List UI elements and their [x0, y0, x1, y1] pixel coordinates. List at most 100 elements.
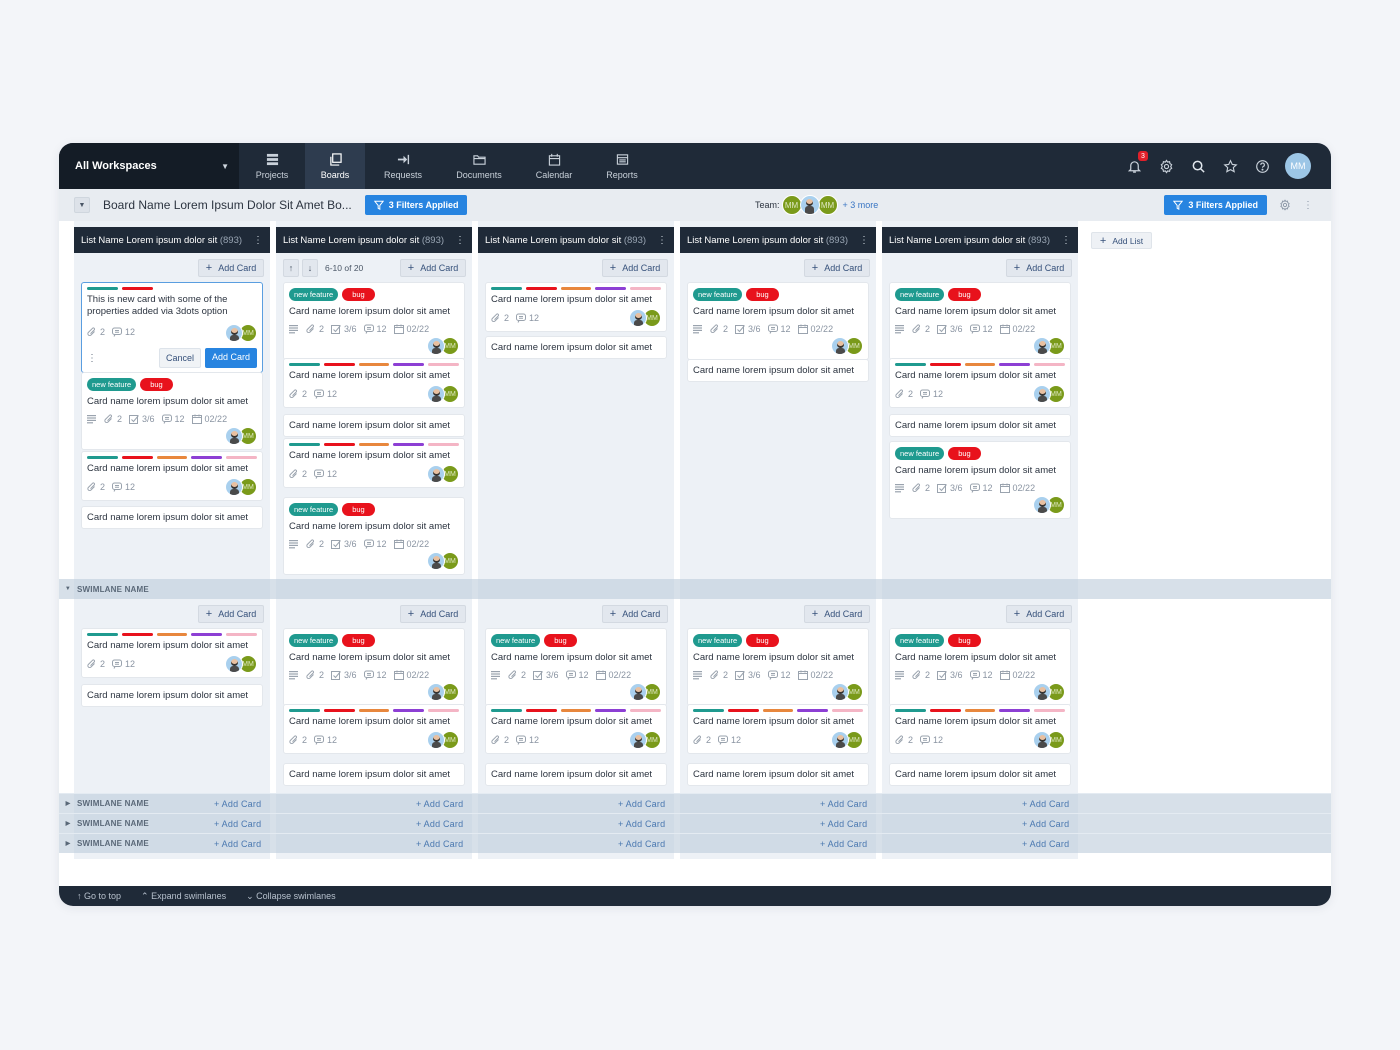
add-card-button[interactable]: + Add Card — [198, 259, 264, 277]
card[interactable]: new feature bug Card name lorem ipsum dolo… — [687, 282, 869, 360]
card[interactable]: new feature bug Card name lorem ipsum dolo… — [81, 372, 263, 450]
avatar-photo[interactable] — [225, 478, 243, 496]
notifications-button[interactable]: 3 — [1125, 151, 1148, 175]
card[interactable]: Card name lorem ipsum dolor sit amet 2 12 M… — [889, 358, 1071, 408]
card[interactable]: Card name lorem ipsum dolor sit amet 2 12 M… — [687, 704, 869, 754]
swimlane-header[interactable]: ▶ SWIMLANE NAME + Add Card + Add Card + Add … — [59, 793, 1331, 813]
add-card-button[interactable]: + Add Card — [602, 259, 668, 277]
go-to-top-button[interactable]: ↑ Go to top — [77, 891, 121, 901]
swimlane-add-card[interactable]: + Add Card — [618, 819, 665, 829]
nav-reports[interactable]: Reports — [591, 143, 653, 189]
add-card-button[interactable]: + Add Card — [602, 605, 668, 623]
avatar-photo[interactable] — [427, 385, 445, 403]
filters-button[interactable]: 3 Filters Applied — [364, 195, 468, 215]
card[interactable]: Card name lorem ipsum dolor sit amet 2 12 M… — [889, 704, 1071, 754]
avatar-photo[interactable] — [1033, 683, 1051, 701]
card[interactable]: new feature bug Card name lorem ipsum dolo… — [283, 628, 465, 706]
avatar-photo[interactable] — [427, 552, 445, 570]
swimlane-add-card[interactable]: + Add Card — [820, 819, 867, 829]
avatar-photo[interactable] — [831, 337, 849, 355]
swimlane-add-card[interactable]: + Add Card — [618, 799, 665, 809]
card[interactable]: Card name lorem ipsum dolor sit amet 2 12 M… — [485, 282, 667, 332]
add-card-button[interactable]: + Add Card — [804, 605, 870, 623]
avatar-photo[interactable] — [1033, 385, 1051, 403]
swimlane-add-card[interactable]: + Add Card — [214, 799, 261, 809]
card[interactable]: new feature bug Card name lorem ipsum dolo… — [889, 628, 1071, 706]
nav-projects[interactable]: Projects — [239, 143, 305, 189]
list-menu-icon[interactable]: ⋮ — [253, 235, 263, 246]
card[interactable]: new feature bug Card name lorem ipsum dolo… — [889, 282, 1071, 360]
swimlane-header[interactable]: ▼ SWIMLANE NAME — [59, 579, 1331, 599]
avatar-photo[interactable] — [427, 683, 445, 701]
avatar-photo[interactable] — [427, 731, 445, 749]
swimlane-add-card[interactable]: + Add Card — [214, 839, 261, 849]
swimlane-add-card[interactable]: + Add Card — [416, 839, 463, 849]
list-menu-icon[interactable]: ⋮ — [657, 235, 667, 246]
board-settings-icon[interactable] — [1279, 199, 1291, 211]
swimlane-add-card[interactable]: + Add Card — [1022, 839, 1069, 849]
search-button[interactable] — [1189, 157, 1207, 175]
collapse-swimlanes-button[interactable]: ⌄ Collapse swimlanes — [246, 891, 336, 902]
page-down-button[interactable]: ↓ — [302, 259, 318, 277]
board-dropdown-button[interactable]: ▼ — [74, 197, 90, 213]
swimlane-add-card[interactable]: + Add Card — [214, 819, 261, 829]
card[interactable]: Card name lorem ipsum dolor sit amet — [283, 414, 465, 437]
avatar-photo[interactable] — [427, 465, 445, 483]
caret-right-icon[interactable]: ▶ — [59, 840, 77, 847]
team-avatar-photo[interactable] — [799, 195, 820, 215]
swimlane-add-card[interactable]: + Add Card — [416, 799, 463, 809]
team-avatar[interactable]: MM — [817, 195, 838, 215]
nav-calendar[interactable]: Calendar — [517, 143, 591, 189]
list-menu-icon[interactable]: ⋮ — [455, 235, 465, 246]
card[interactable]: Card name lorem ipsum dolor sit amet — [889, 414, 1071, 437]
card[interactable]: new feature bug Card name lorem ipsum dolo… — [283, 497, 465, 575]
avatar-photo[interactable] — [427, 337, 445, 355]
add-card-button[interactable]: + Add Card — [1006, 259, 1072, 277]
nav-boards[interactable]: Boards — [305, 143, 365, 189]
add-card-button[interactable]: + Add Card — [804, 259, 870, 277]
avatar-photo[interactable] — [225, 655, 243, 673]
avatar-photo[interactable] — [225, 324, 243, 342]
card[interactable]: Card name lorem ipsum dolor sit amet — [687, 359, 869, 382]
avatar-photo[interactable] — [1033, 496, 1051, 514]
favorites-button[interactable] — [1221, 157, 1239, 175]
avatar-photo[interactable] — [225, 427, 243, 445]
add-list-button[interactable]: + Add List — [1091, 232, 1152, 249]
page-up-button[interactable]: ↑ — [283, 259, 299, 277]
swimlane-add-card[interactable]: + Add Card — [416, 819, 463, 829]
avatar-photo[interactable] — [1033, 731, 1051, 749]
card-more-icon[interactable]: ⋮ — [87, 353, 97, 364]
caret-down-icon[interactable]: ▼ — [59, 586, 77, 592]
card[interactable]: Card name lorem ipsum dolor sit amet 2 12 M… — [283, 438, 465, 488]
swimlane-add-card[interactable]: + Add Card — [820, 799, 867, 809]
team-avatar[interactable]: MM — [781, 195, 802, 215]
avatar-photo[interactable] — [629, 683, 647, 701]
card[interactable]: Card name lorem ipsum dolor sit amet 2 12 M… — [81, 451, 263, 501]
avatar-photo[interactable] — [629, 731, 647, 749]
card[interactable]: Card name lorem ipsum dolor sit amet — [889, 763, 1071, 786]
swimlane-header[interactable]: ▶ SWIMLANE NAME + Add Card + Add Card + Add … — [59, 833, 1331, 853]
card[interactable]: Card name lorem ipsum dolor sit amet 2 12 M… — [283, 704, 465, 754]
card[interactable]: Card name lorem ipsum dolor sit amet — [687, 763, 869, 786]
swimlane-add-card[interactable]: + Add Card — [618, 839, 665, 849]
swimlane-header[interactable]: ▶ SWIMLANE NAME + Add Card + Add Card + Add … — [59, 813, 1331, 833]
avatar-photo[interactable] — [629, 309, 647, 327]
user-avatar[interactable]: MM — [1285, 153, 1311, 179]
expand-swimlanes-button[interactable]: ⌃ Expand swimlanes — [141, 891, 226, 902]
swimlane-add-card[interactable]: + Add Card — [820, 839, 867, 849]
caret-right-icon[interactable]: ▶ — [59, 800, 77, 807]
settings-button[interactable] — [1157, 157, 1175, 175]
card[interactable]: Card name lorem ipsum dolor sit amet 2 12 M… — [485, 704, 667, 754]
card[interactable]: Card name lorem ipsum dolor sit amet — [485, 763, 667, 786]
swimlane-add-card[interactable]: + Add Card — [1022, 799, 1069, 809]
nav-documents[interactable]: Documents — [441, 143, 517, 189]
card[interactable]: Card name lorem ipsum dolor sit amet — [283, 763, 465, 786]
caret-right-icon[interactable]: ▶ — [59, 820, 77, 827]
list-menu-icon[interactable]: ⋮ — [859, 235, 869, 246]
add-card-button[interactable]: + Add Card — [400, 259, 466, 277]
help-button[interactable] — [1253, 157, 1271, 175]
avatar-photo[interactable] — [831, 683, 849, 701]
list-menu-icon[interactable]: ⋮ — [1061, 235, 1071, 246]
add-card-button[interactable]: + Add Card — [400, 605, 466, 623]
card[interactable]: Card name lorem ipsum dolor sit amet — [81, 684, 263, 707]
